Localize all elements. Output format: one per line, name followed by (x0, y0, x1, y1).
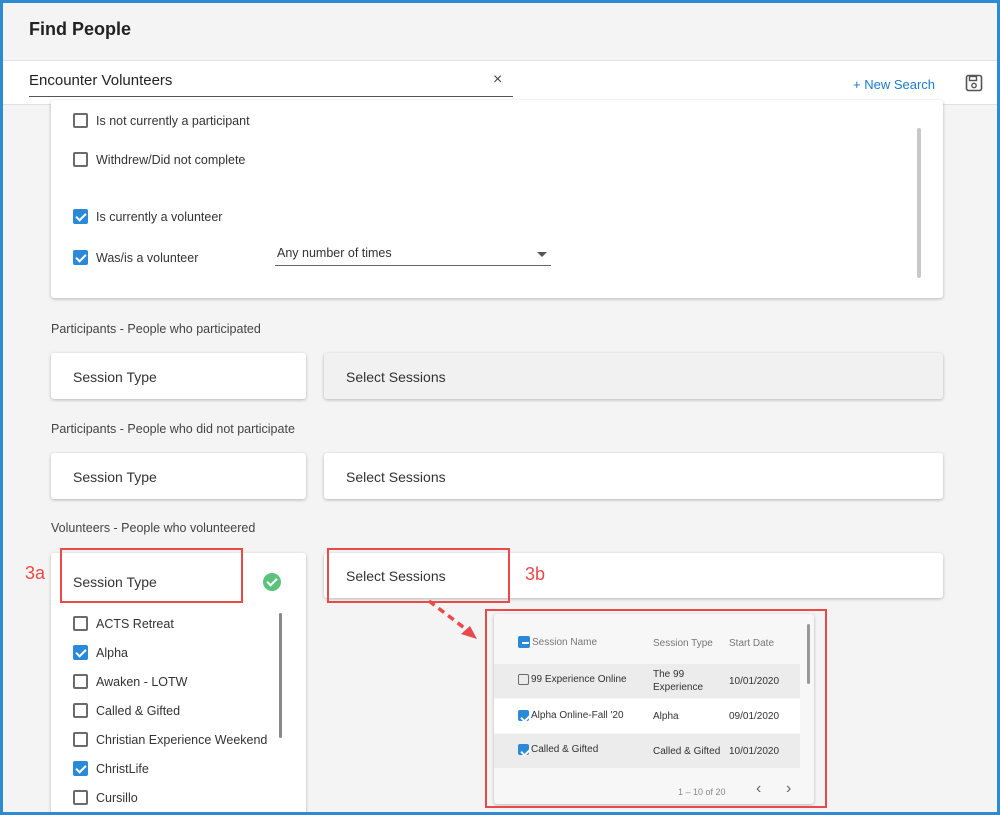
annotation-box-session-type (60, 548, 243, 603)
status-filter-card: Is not currently a participant Withdrew/… (51, 100, 943, 298)
field-label: Select Sessions (346, 469, 446, 485)
option-label: ACTS Retreat (96, 616, 174, 631)
checkbox-checked[interactable] (73, 645, 88, 660)
dropdown-arrow-icon (537, 252, 547, 257)
checkbox-checked[interactable] (73, 209, 88, 224)
option-label: ChristLife (96, 761, 149, 776)
option-label: Christian Experience Weekend (96, 732, 268, 747)
checkbox[interactable] (73, 732, 88, 747)
session-type-option[interactable]: ChristLife (73, 761, 149, 776)
new-search-link[interactable]: + New Search (853, 77, 935, 92)
checkbox-label: Was/is a volunteer (96, 250, 199, 265)
checkbox-checked[interactable] (73, 761, 88, 776)
page-title: Find People (29, 19, 132, 39)
session-type-field[interactable]: Session Type (51, 353, 306, 399)
search-input[interactable]: Encounter Volunteers (29, 69, 513, 97)
option-label: Called & Gifted (96, 703, 181, 718)
scrollbar[interactable] (917, 128, 921, 278)
select-sessions-field[interactable]: Select Sessions (324, 453, 943, 499)
option-label: Cursillo (96, 790, 138, 805)
filter-current-volunteer[interactable]: Is currently a volunteer (73, 209, 222, 224)
option-label: Awaken - LOTW (96, 674, 188, 689)
checkbox-label: Is not currently a participant (96, 113, 250, 128)
close-icon[interactable]: × (493, 71, 502, 89)
session-type-option[interactable]: Cursillo (73, 790, 138, 805)
annotation-label-3b: 3b (525, 564, 546, 584)
select-sessions-field[interactable]: Select Sessions (324, 353, 943, 399)
option-label: Alpha (96, 645, 128, 660)
session-type-option[interactable]: ACTS Retreat (73, 616, 174, 631)
session-type-option[interactable]: Awaken - LOTW (73, 674, 187, 689)
session-type-option[interactable]: Christian Experience Weekend (73, 732, 267, 747)
filter-was-volunteer[interactable]: Was/is a volunteer (73, 250, 198, 265)
session-type-option[interactable]: Called & Gifted (73, 703, 180, 718)
filter-withdrew[interactable]: Withdrew/Did not complete (73, 152, 245, 167)
annotation-label-3a: 3a (25, 563, 46, 583)
checkbox[interactable] (73, 703, 88, 718)
annotation-arrow (427, 599, 477, 639)
checkbox-label: Withdrew/Did not complete (96, 152, 246, 167)
field-label: Session Type (73, 469, 157, 485)
session-type-field[interactable]: Session Type (51, 453, 306, 499)
section-label-not-participated: Participants - People who did not partic… (51, 422, 295, 436)
select-value: Any number of times (277, 246, 392, 260)
title-bar: Find People (3, 3, 997, 61)
annotation-box-sessions-table (485, 609, 827, 808)
field-label: Select Sessions (346, 369, 446, 385)
section-label-volunteered: Volunteers - People who volunteered (51, 521, 256, 535)
checkbox[interactable] (73, 113, 88, 128)
checkbox[interactable] (73, 790, 88, 805)
field-label: Session Type (73, 369, 157, 385)
checkbox[interactable] (73, 616, 88, 631)
checkbox[interactable] (73, 674, 88, 689)
section-label-participated: Participants - People who participated (51, 322, 261, 336)
app-window: Find People Encounter Volunteers × + New… (0, 0, 1000, 815)
session-type-option[interactable]: Alpha (73, 645, 128, 660)
scrollbar[interactable] (279, 613, 282, 738)
checkbox[interactable] (73, 152, 88, 167)
volunteer-times-select[interactable]: Any number of times (275, 242, 551, 266)
check-circle-icon (263, 573, 281, 591)
checkbox-label: Is currently a volunteer (96, 209, 223, 224)
checkbox-checked[interactable] (73, 250, 88, 265)
filter-not-participant[interactable]: Is not currently a participant (73, 113, 250, 128)
search-bar: Encounter Volunteers × + New Search (3, 61, 997, 105)
save-icon[interactable] (965, 74, 983, 92)
